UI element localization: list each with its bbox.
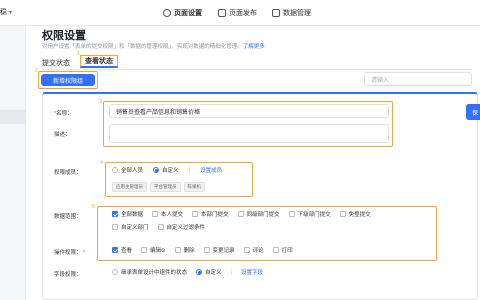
scope-options-row2: 自定义部门 自定义过滤条件 [112, 223, 205, 231]
checkbox-print[interactable]: 打印 [272, 246, 293, 254]
checkbox-peer-dept-submitted[interactable]: 同级部门提交 [237, 210, 280, 218]
tab-label: 页面设置 [174, 10, 202, 17]
ops-options: 查看 编辑⊙ 删除 变更记录 评论 打印 [112, 246, 293, 254]
checkbox-self-submitted[interactable]: 本人提交 [152, 210, 183, 218]
new-group-button[interactable]: 新增权限组 [41, 74, 95, 86]
checkbox-sub-dept-submitted[interactable]: 下级部门提交 [288, 210, 331, 218]
checkbox-all-data[interactable]: 全部数据 [112, 210, 143, 218]
save-button[interactable]: 保 [466, 104, 480, 120]
checkbox-custom-filter[interactable]: 自定义过滤条件 [157, 223, 205, 231]
marker-5: 5 [92, 204, 95, 210]
learn-more-link[interactable]: 了解更多 [243, 44, 265, 50]
tab-page-settings[interactable]: 页面设置 [163, 8, 202, 18]
data-icon [272, 9, 280, 17]
marker-4: 4 [100, 160, 103, 166]
member-tag: 应用主管理员 [112, 182, 147, 192]
tab-label: 数据管理 [283, 10, 311, 17]
search-input[interactable]: 请输入 [364, 72, 472, 86]
separator: | [188, 167, 191, 173]
checkbox-view[interactable]: 查看 [112, 246, 132, 254]
fields-options: 继承表单设计中组件的状态 自定义 | 设置字段 [112, 268, 263, 276]
marker-1: 1 [77, 51, 80, 57]
checkbox-custom-dept[interactable]: 自定义部门 [112, 223, 149, 231]
members-options: 全部人员 自定义 | 设置成员 [112, 166, 222, 174]
set-fields-link[interactable]: 设置字段 [241, 268, 263, 276]
chevron-down-icon[interactable]: ▾ [9, 9, 12, 16]
tab-label: 页面发布 [229, 10, 257, 17]
scope-options-row1: 全部数据 本人提交 本部门提交 同级部门提交 下级部门提交 免登提交 [112, 210, 371, 218]
ops-label: 操作权限： * [54, 250, 86, 256]
member-tag: 平台管理员 [150, 182, 181, 192]
member-tags: 应用主管理员 平台管理员 陈果机 [112, 182, 205, 192]
new-group-highlight: 新增权限组 [38, 71, 98, 89]
page-title: 权限设置 [42, 30, 86, 42]
checkbox-dept-submitted[interactable]: 本部门提交 [192, 210, 229, 218]
radio-all-members[interactable]: 全部人员 [112, 166, 143, 174]
tab-view-status[interactable]: 查看状态 [80, 55, 118, 68]
checkbox-comment[interactable]: 评论 [243, 246, 264, 254]
checkbox-edit[interactable]: 编辑⊙ [141, 246, 166, 254]
publish-icon [218, 9, 226, 17]
set-members-link[interactable]: 设置成员 [200, 166, 222, 174]
members-label: 权限成员： [54, 170, 82, 176]
desc-label: 描述： [54, 132, 71, 138]
fields-label: 字段权限： [54, 272, 82, 278]
member-tag: 陈果机 [183, 182, 205, 192]
checkbox-delete[interactable]: 删除 [174, 246, 195, 254]
radio-inherit-fields[interactable]: 继承表单设计中组件的状态 [112, 268, 187, 276]
tab-page-publish[interactable]: 页面发布 [218, 8, 257, 18]
marker-3: 3 [99, 99, 102, 105]
scope-label: 数据范围： [54, 214, 82, 220]
sidebar-selected-item[interactable] [0, 110, 26, 124]
subtitle-text: 对用户设置「表单的提交权限」和「数据的管理权限」，实现对数据的精细化管理。 [42, 44, 243, 50]
tab-divider [42, 69, 472, 70]
truncated-text: 稳 [0, 9, 7, 16]
name-field[interactable]: 销售员查看产品信息和销售价格 [109, 104, 389, 118]
radio-custom-fields[interactable]: 自定义 [196, 268, 222, 276]
radio-custom-members[interactable]: 自定义 [153, 166, 179, 174]
tab-data-management[interactable]: 数据管理 [272, 8, 311, 18]
left-sidebar [0, 26, 26, 300]
separator: | [230, 269, 233, 275]
top-bar: 稳 ▾ 页面设置 页面发布 数据管理 [0, 0, 480, 26]
name-label: *名称： [54, 111, 73, 117]
tab-submit-status[interactable]: 提交状态 [42, 58, 70, 68]
checkbox-change-log[interactable]: 变更记录 [203, 246, 235, 254]
desc-field[interactable] [109, 124, 389, 143]
checkbox-anon-submitted[interactable]: 免登提交 [339, 210, 371, 218]
settings-icon [163, 9, 171, 17]
page-subtitle: 对用户设置「表单的提交权限」和「数据的管理权限」，实现对数据的精细化管理。了解更… [42, 42, 265, 50]
